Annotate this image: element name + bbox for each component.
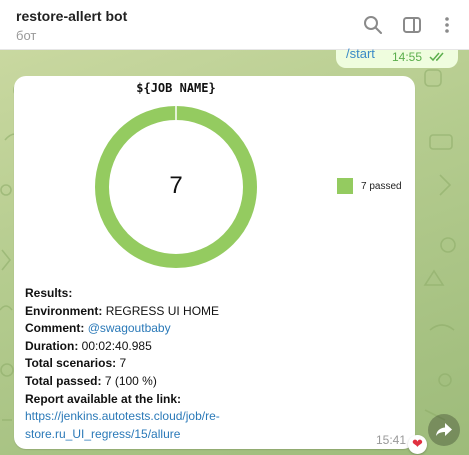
environment-value: REGRESS UI HOME <box>105 303 220 318</box>
double-check-icon <box>429 52 444 62</box>
comment-label: Comment: <box>25 321 85 336</box>
share-arrow-icon <box>436 423 452 436</box>
results-text: Results: Environment: REGRESS UI HOME Co… <box>25 285 395 443</box>
total-passed-value: 7 (100 %) <box>104 373 157 388</box>
legend-label-passed: 7 passed <box>361 181 402 192</box>
duration-value: 00:02:40.985 <box>81 338 152 353</box>
sent-message-bubble[interactable]: /start 14:55 <box>336 46 458 68</box>
comment-mention-link[interactable]: @swagoutbaby <box>88 321 171 335</box>
sidebar-toggle-icon[interactable] <box>402 15 422 35</box>
results-heading: Results: <box>25 286 73 300</box>
chart-center-value: 7 <box>169 172 183 199</box>
sent-message-time: 14:55 <box>392 50 423 64</box>
total-scenarios-label: Total scenarios: <box>25 356 117 371</box>
bot-message-bubble[interactable]: ${JOB NAME} 7 7 passed Results: Environm… <box>14 76 427 454</box>
report-chart: ${JOB NAME} 7 7 passed <box>14 76 415 281</box>
share-button[interactable] <box>428 414 460 446</box>
report-link-line-2[interactable]: store.ru_UI_regress/15/allure <box>25 426 395 444</box>
report-label: Report available at the link: <box>25 391 182 406</box>
message-time: 15:41 <box>376 433 407 447</box>
chat-subtitle: бот <box>16 28 37 43</box>
chat-title[interactable]: restore-allert bot <box>16 8 127 24</box>
more-vertical-icon[interactable] <box>437 15 457 35</box>
sent-message-text: /start <box>346 46 375 61</box>
report-link-line-1[interactable]: https://jenkins.autotests.cloud/job/re- <box>25 408 395 426</box>
legend-swatch-passed <box>337 178 353 194</box>
duration-label: Duration: <box>25 338 79 353</box>
donut-chart <box>95 106 257 268</box>
search-icon[interactable] <box>363 15 383 35</box>
heart-reaction-icon[interactable]: ❤ <box>408 435 427 454</box>
environment-label: Environment: <box>25 303 103 318</box>
chat-header: restore-allert bot бот <box>0 0 469 50</box>
total-scenarios-value: 7 <box>119 356 127 371</box>
total-passed-label: Total passed: <box>25 373 102 388</box>
